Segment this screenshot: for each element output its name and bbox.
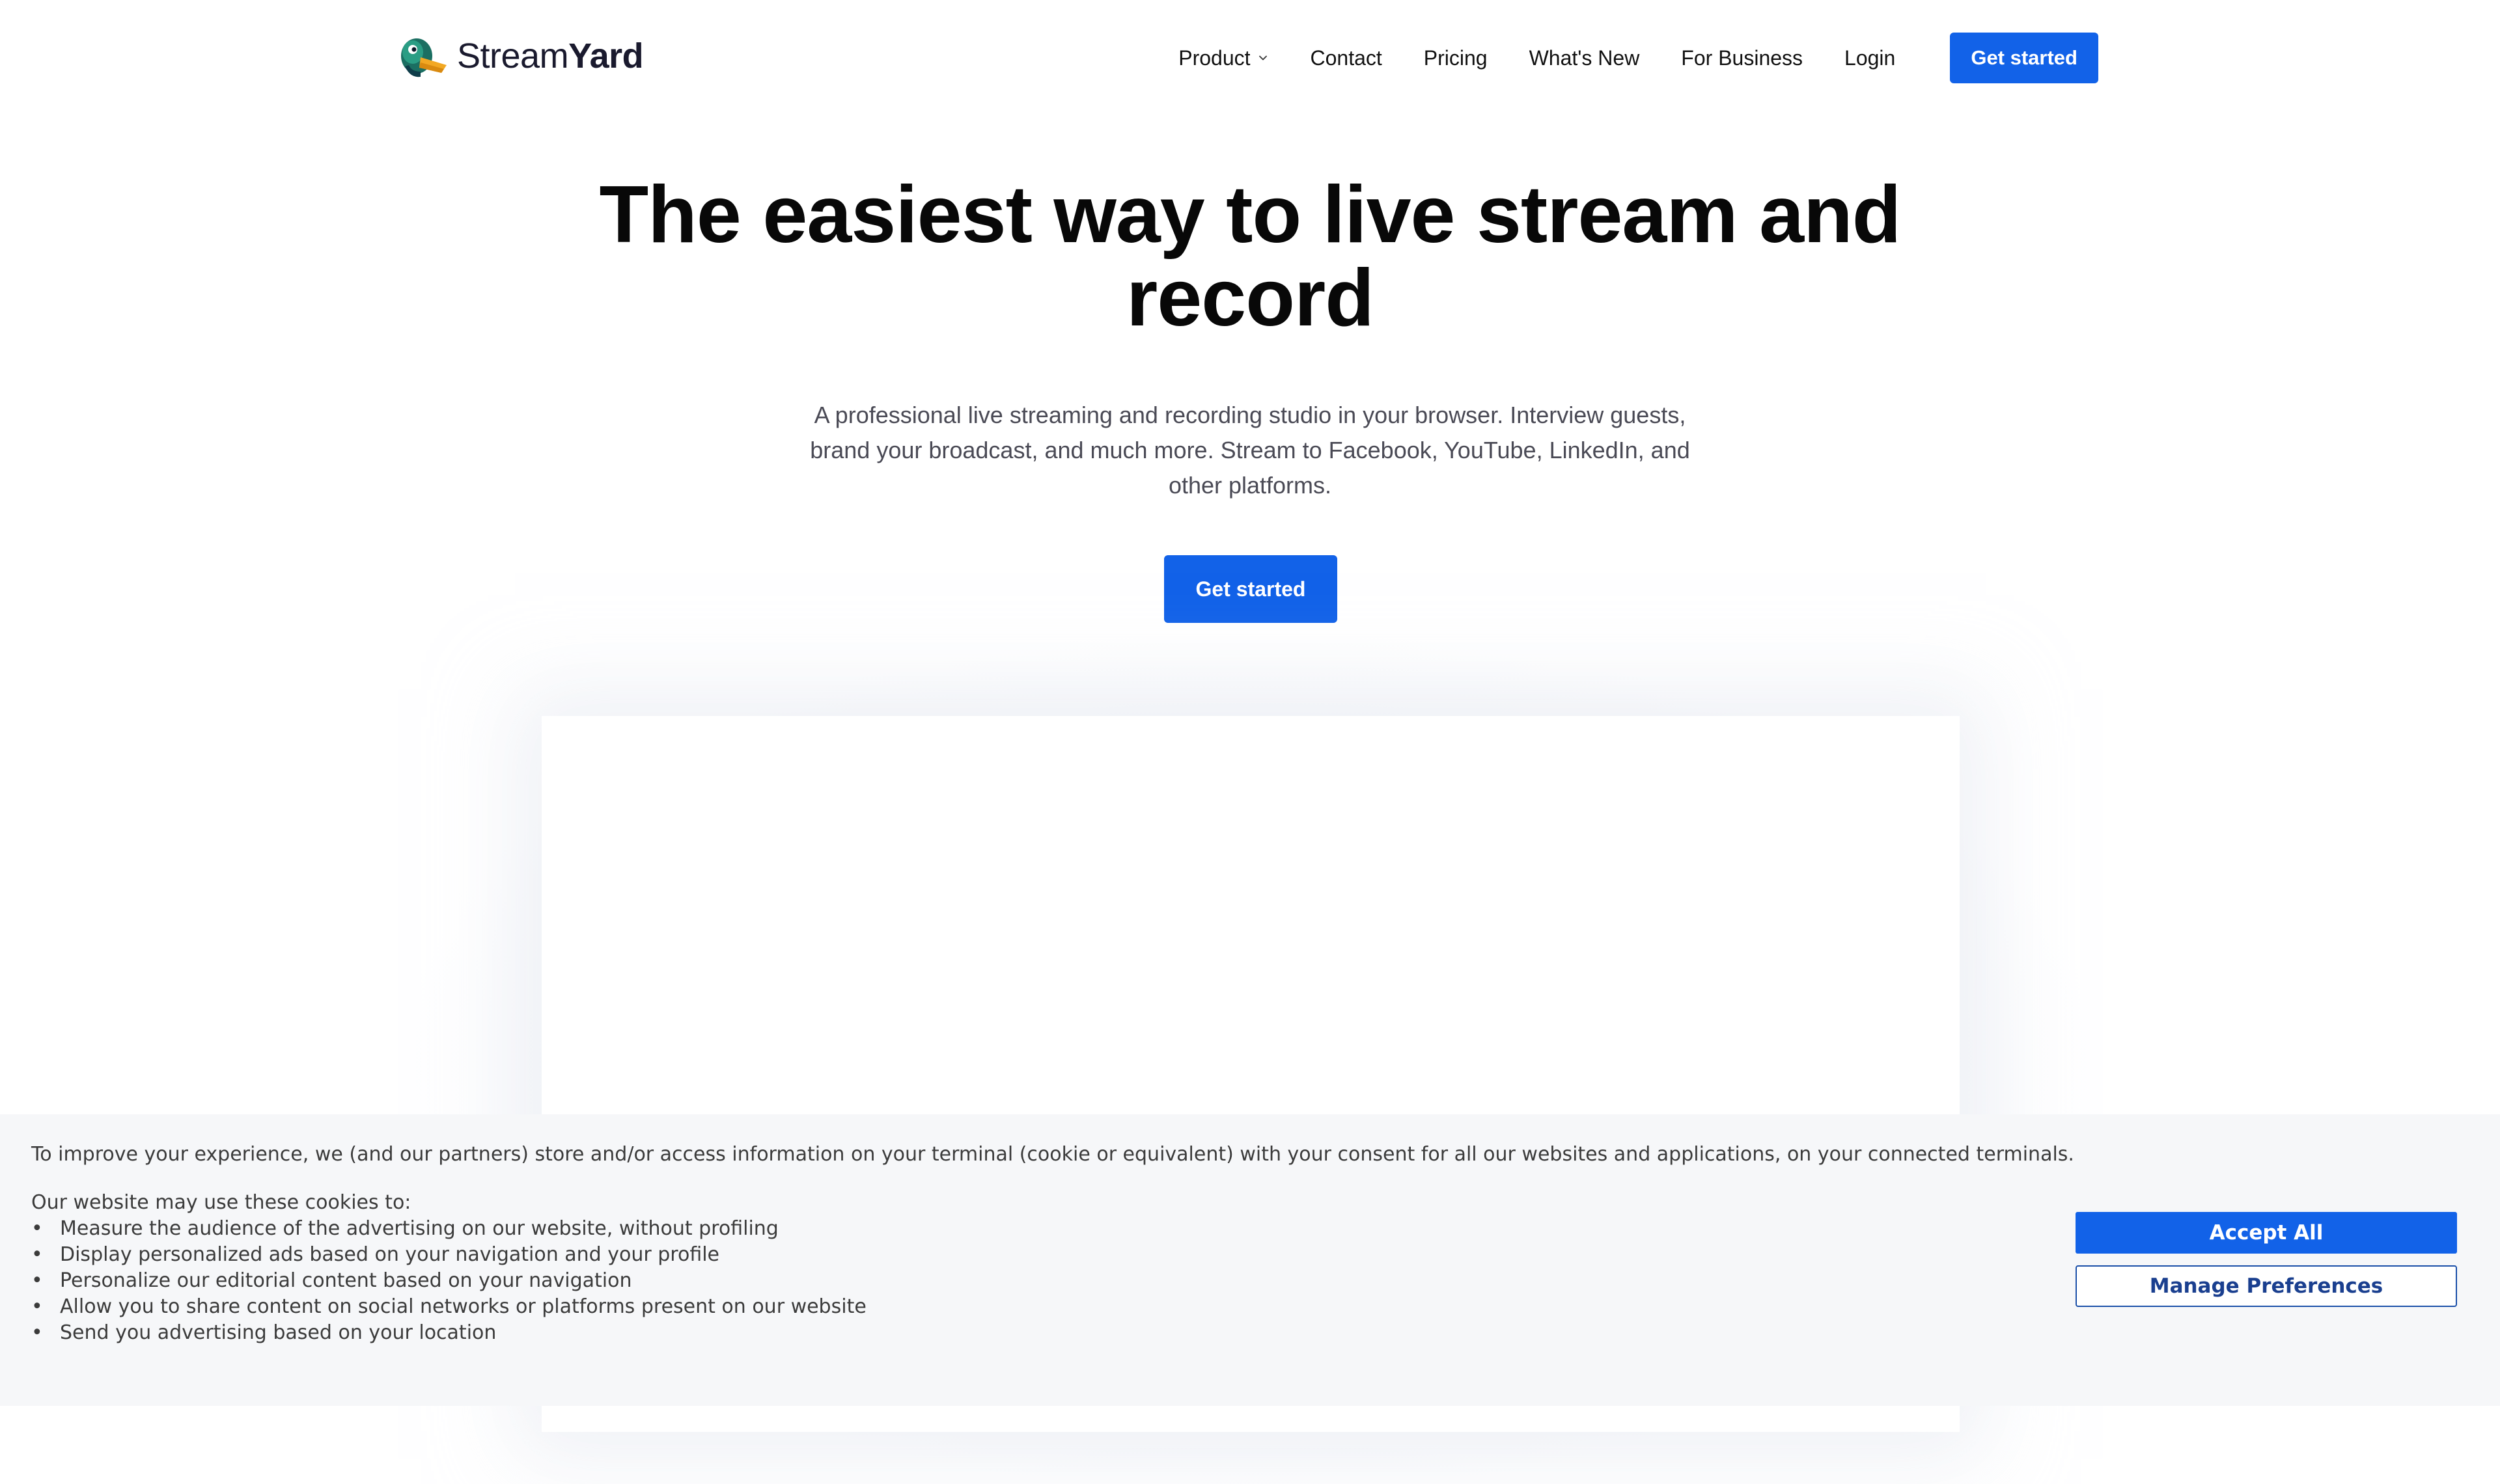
header-get-started-button[interactable]: Get started	[1950, 33, 2098, 83]
main-nav: Product Contact Pricing What's New For B…	[1178, 32, 2098, 84]
cookie-purpose-list: Measure the audience of the advertising …	[31, 1216, 867, 1346]
manage-preferences-button[interactable]: Manage Preferences	[2076, 1265, 2457, 1307]
logo-wordmark: StreamYard	[457, 36, 644, 76]
nav-item-for-business[interactable]: For Business	[1681, 46, 1803, 70]
list-item: Send you advertising based on your locat…	[31, 1320, 867, 1346]
chevron-down-icon	[1258, 55, 1267, 61]
site-header: StreamYard Product Contact Pricing What'…	[0, 0, 2500, 115]
list-item: Allow you to share content on social net…	[31, 1294, 867, 1320]
nav-item-login-label: Login	[1844, 46, 1896, 70]
cookie-intro-text: To improve your experience, we (and our …	[31, 1143, 2074, 1166]
streamyard-logo[interactable]: StreamYard	[398, 30, 644, 82]
logo-word-stream: Stream	[457, 36, 569, 76]
hero-subtitle: A professional live streaming and record…	[810, 402, 1690, 499]
nav-item-whats-new[interactable]: What's New	[1529, 46, 1640, 70]
accept-all-button[interactable]: Accept All	[2076, 1212, 2457, 1254]
list-item: Display personalized ads based on your n…	[31, 1242, 867, 1268]
hero-title: The easiest way to live stream and recor…	[599, 170, 1901, 343]
list-item: Measure the audience of the advertising …	[31, 1216, 867, 1242]
logo-word-yard: Yard	[568, 36, 644, 76]
nav-item-login[interactable]: Login	[1844, 46, 1895, 70]
list-item: Personalize our editorial content based …	[31, 1268, 867, 1294]
nav-item-contact[interactable]: Contact	[1311, 46, 1382, 70]
cookie-consent-banner: To improve your experience, we (and our …	[0, 1114, 2500, 1406]
nav-item-product[interactable]: Product	[1178, 46, 1268, 70]
nav-item-pricing-label: Pricing	[1423, 46, 1488, 70]
duck-mascot-icon	[401, 38, 447, 77]
nav-item-whats-new-label: What's New	[1529, 46, 1640, 70]
cookie-list-title: Our website may use these cookies to:	[31, 1191, 411, 1214]
nav-item-pricing[interactable]: Pricing	[1424, 46, 1488, 70]
nav-item-contact-label: Contact	[1310, 46, 1382, 70]
hero-get-started-button[interactable]: Get started	[1164, 555, 1337, 623]
nav-item-for-business-label: For Business	[1681, 46, 1803, 70]
nav-item-product-label: Product	[1178, 46, 1251, 70]
